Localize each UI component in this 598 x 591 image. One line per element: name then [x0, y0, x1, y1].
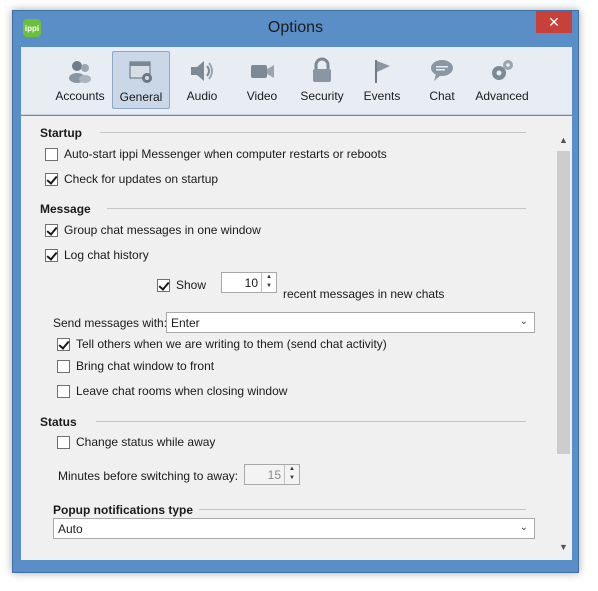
tab-security[interactable]: Security — [293, 51, 351, 109]
popup-heading: Popup notifications type — [53, 503, 193, 517]
group-chat-checkbox[interactable] — [45, 223, 58, 237]
stepper-down-button[interactable]: ▼ — [285, 474, 299, 483]
stepper-buttons: ▲ ▼ — [284, 465, 299, 484]
group-chat-option[interactable]: Group chat messages in one window — [45, 223, 261, 237]
general-icon — [129, 61, 152, 83]
divider — [199, 509, 526, 510]
autostart-label: Auto-start ippi Messenger when computer … — [64, 147, 387, 161]
minutes-label: Minutes before switching to away: — [58, 469, 239, 483]
accounts-icon — [69, 61, 91, 83]
chevron-down-icon: ⌄ — [519, 316, 528, 327]
close-button[interactable]: ✕ — [536, 11, 572, 33]
camera-icon — [251, 65, 274, 78]
minutes-stepper[interactable]: 15 ▲ ▼ — [244, 464, 300, 485]
check-updates-checkbox[interactable] — [45, 172, 58, 186]
speech-bubble-icon — [431, 60, 453, 81]
tab-accounts[interactable]: Accounts — [51, 51, 109, 109]
divider — [100, 132, 526, 133]
check-updates-label: Check for updates on startup — [64, 172, 219, 186]
tab-label: Advanced — [475, 89, 529, 103]
recent-suffix-label: recent messages in new chats — [283, 287, 445, 301]
speaker-icon — [191, 61, 213, 81]
leave-rooms-label: Leave chat rooms when closing window — [76, 384, 288, 398]
lock-icon — [313, 57, 331, 82]
recent-count-value: 10 — [244, 276, 258, 290]
message-heading: Message — [40, 202, 91, 216]
bring-front-checkbox[interactable] — [57, 359, 70, 373]
options-window: ippi Options ✕ Accounts General Audio Vi… — [12, 10, 579, 573]
show-recent-checkbox[interactable] — [157, 278, 170, 292]
general-settings-panel: Startup Auto-start ippi Messenger when c… — [21, 116, 572, 560]
change-away-option[interactable]: Change status while away — [57, 435, 215, 449]
show-recent-label: Show — [176, 278, 207, 292]
log-history-option[interactable]: Log chat history — [45, 248, 149, 262]
tab-events[interactable]: Events — [353, 51, 411, 109]
tab-chat[interactable]: Chat — [413, 51, 471, 109]
recent-count-stepper[interactable]: 10 ▲ ▼ — [221, 272, 277, 293]
stepper-buttons: ▲ ▼ — [261, 273, 276, 292]
popup-type-value: Auto — [58, 522, 83, 536]
log-history-checkbox[interactable] — [45, 248, 58, 262]
send-with-label: Send messages with: — [53, 316, 168, 330]
leave-rooms-option[interactable]: Leave chat rooms when closing window — [57, 384, 287, 398]
tab-label: Accounts — [55, 89, 105, 103]
send-with-select[interactable]: Enter ⌄ — [166, 312, 535, 333]
log-history-label: Log chat history — [64, 248, 149, 262]
tab-label: Chat — [429, 89, 455, 103]
group-chat-label: Group chat messages in one window — [64, 223, 261, 237]
divider — [96, 421, 526, 422]
tell-others-checkbox[interactable] — [57, 337, 70, 351]
scroll-up-button[interactable]: ▲ — [555, 132, 572, 149]
check-updates-option[interactable]: Check for updates on startup — [45, 172, 218, 186]
tab-audio[interactable]: Audio — [173, 51, 231, 109]
show-recent-option[interactable]: Show — [157, 278, 206, 292]
title-bar[interactable]: ippi Options ✕ — [13, 11, 578, 47]
send-with-value: Enter — [171, 316, 200, 330]
chevron-down-icon: ⌄ — [519, 522, 528, 533]
minutes-value: 15 — [267, 468, 281, 482]
tab-label: Security — [300, 89, 344, 103]
scroll-down-button[interactable]: ▼ — [555, 539, 572, 556]
tab-bar: Accounts General Audio Video Security Ev… — [21, 47, 572, 115]
stepper-up-button[interactable]: ▲ — [262, 273, 276, 282]
tab-label: Audio — [186, 89, 218, 103]
divider — [107, 208, 526, 209]
autostart-checkbox[interactable] — [45, 147, 58, 161]
tab-general[interactable]: General — [112, 51, 170, 109]
tab-video[interactable]: Video — [233, 51, 291, 109]
tell-others-label: Tell others when we are writing to them … — [76, 337, 387, 351]
change-away-label: Change status while away — [76, 435, 216, 449]
status-heading: Status — [40, 415, 77, 429]
flag-icon — [375, 60, 390, 83]
bring-front-option[interactable]: Bring chat window to front — [57, 359, 214, 373]
startup-heading: Startup — [40, 126, 82, 140]
change-away-checkbox[interactable] — [57, 435, 70, 449]
autostart-option[interactable]: Auto-start ippi Messenger when computer … — [45, 147, 387, 161]
popup-type-select[interactable]: Auto ⌄ — [53, 518, 535, 539]
window-title: Options — [267, 19, 324, 36]
bring-front-label: Bring chat window to front — [76, 359, 215, 373]
tab-advanced[interactable]: Advanced — [473, 51, 531, 109]
tell-others-option[interactable]: Tell others when we are writing to them … — [57, 337, 387, 351]
gears-icon — [492, 60, 513, 80]
leave-rooms-checkbox[interactable] — [57, 384, 70, 398]
scrollbar-thumb[interactable] — [557, 151, 570, 454]
tab-label: Video — [246, 89, 278, 103]
tab-label: Events — [363, 89, 401, 103]
vertical-scrollbar[interactable]: ▲ ▼ — [555, 116, 572, 560]
stepper-up-button[interactable]: ▲ — [285, 465, 299, 474]
tab-label: General — [119, 90, 163, 104]
stepper-down-button[interactable]: ▼ — [262, 282, 276, 291]
